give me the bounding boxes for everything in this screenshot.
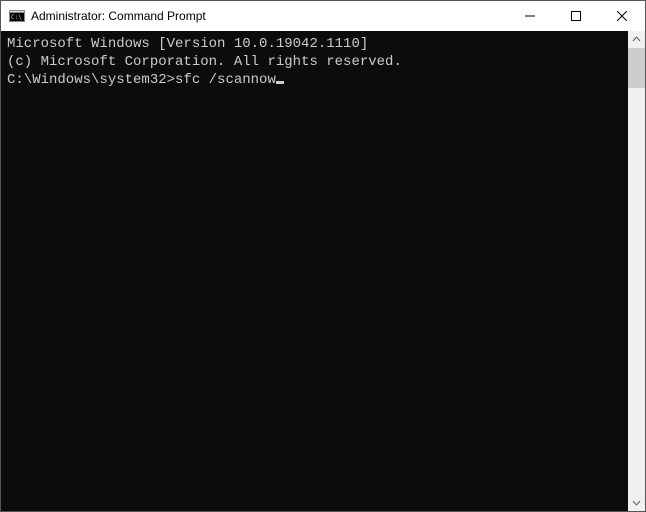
maximize-button[interactable] [553, 1, 599, 31]
scrollbar-track[interactable] [628, 48, 645, 494]
chevron-down-icon [632, 498, 641, 507]
terminal-prompt-line: C:\Windows\system32>sfc /scannow [7, 71, 628, 89]
window-title: Administrator: Command Prompt [31, 9, 507, 23]
cursor-icon [276, 81, 284, 84]
terminal-input[interactable]: sfc /scannow [175, 72, 276, 88]
terminal-line: (c) Microsoft Corporation. All rights re… [7, 53, 628, 71]
terminal-output[interactable]: Microsoft Windows [Version 10.0.19042.11… [1, 31, 628, 511]
terminal-prompt: C:\Windows\system32> [7, 72, 175, 88]
cmd-icon: C:\ [9, 8, 25, 24]
svg-text:C:\: C:\ [11, 14, 22, 21]
window-controls [507, 1, 645, 31]
client-area: Microsoft Windows [Version 10.0.19042.11… [1, 31, 645, 511]
scroll-down-button[interactable] [628, 494, 645, 511]
command-prompt-window: C:\ Administrator: Command Prompt Micros… [0, 0, 646, 512]
minimize-button[interactable] [507, 1, 553, 31]
scrollbar-thumb[interactable] [628, 48, 645, 88]
chevron-up-icon [632, 35, 641, 44]
scroll-up-button[interactable] [628, 31, 645, 48]
close-button[interactable] [599, 1, 645, 31]
vertical-scrollbar[interactable] [628, 31, 645, 511]
terminal-line: Microsoft Windows [Version 10.0.19042.11… [7, 35, 628, 53]
titlebar[interactable]: C:\ Administrator: Command Prompt [1, 1, 645, 31]
